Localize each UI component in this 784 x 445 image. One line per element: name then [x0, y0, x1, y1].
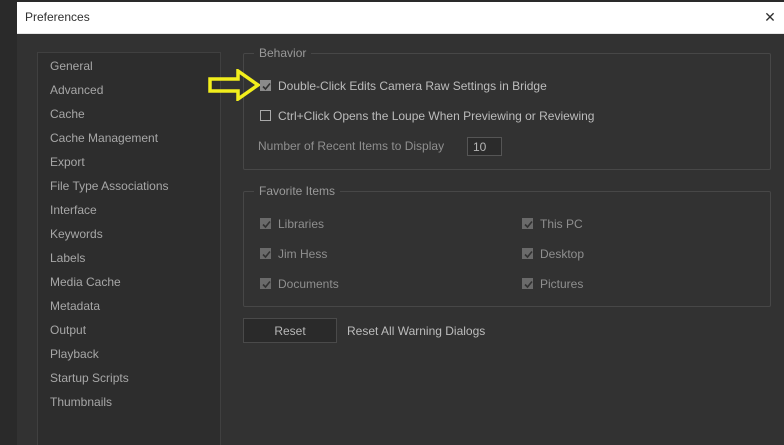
reset-button[interactable]: Reset	[243, 318, 337, 343]
sidebar-item-metadata[interactable]: Metadata	[50, 299, 100, 313]
title-bar: Preferences ✕	[17, 2, 784, 34]
close-button[interactable]: ✕	[756, 2, 784, 33]
jim-hess-label: Jim Hess	[278, 247, 328, 261]
reset-warning-dialogs-label: Reset All Warning Dialogs	[347, 324, 486, 338]
sidebar-item-output[interactable]: Output	[50, 323, 86, 337]
checkmark-icon	[262, 250, 271, 259]
favorite-items-legend: Favorite Items	[254, 184, 341, 198]
desktop-checkbox[interactable]	[522, 248, 533, 259]
sidebar-item-export[interactable]: Export	[50, 155, 85, 169]
this-pc-label: This PC	[540, 217, 583, 231]
ctrl-click-label: Ctrl+Click Opens the Loupe When Previewi…	[278, 109, 595, 123]
sidebar-item-playback[interactable]: Playback	[50, 347, 99, 361]
pictures-label: Pictures	[540, 277, 584, 291]
sidebar-item-advanced[interactable]: Advanced	[50, 83, 103, 97]
libraries-label: Libraries	[278, 217, 325, 231]
sidebar-item-file-type-associations[interactable]: File Type Associations	[50, 179, 169, 193]
sidebar-item-thumbnails[interactable]: Thumbnails	[50, 395, 112, 409]
jim-hess-checkbox[interactable]	[260, 248, 271, 259]
double-click-label: Double-Click Edits Camera Raw Settings i…	[278, 79, 547, 93]
behavior-legend: Behavior	[254, 46, 312, 60]
arrow-right-icon	[208, 69, 260, 101]
checkmark-icon	[524, 280, 533, 289]
sidebar-item-general[interactable]: General	[50, 59, 93, 73]
pictures-checkbox[interactable]	[522, 278, 533, 289]
recent-items-input[interactable]: 10	[467, 137, 502, 156]
documents-label: Documents	[278, 277, 339, 291]
sidebar-item-interface[interactable]: Interface	[50, 203, 97, 217]
sidebar-item-keywords[interactable]: Keywords	[50, 227, 103, 241]
recent-items-label: Number of Recent Items to Display	[258, 139, 445, 153]
checkmark-icon	[524, 220, 533, 229]
close-icon: ✕	[764, 9, 776, 25]
window-title: Preferences	[25, 10, 90, 24]
window-left-edge	[0, 0, 17, 445]
sidebar-item-startup-scripts[interactable]: Startup Scripts	[50, 371, 129, 385]
checkmark-icon	[262, 82, 271, 91]
checkmark-icon	[262, 220, 271, 229]
preferences-sidebar: General Advanced Cache Cache Management …	[37, 52, 221, 445]
this-pc-checkbox[interactable]	[522, 218, 533, 229]
documents-checkbox[interactable]	[260, 278, 271, 289]
sidebar-item-cache-management[interactable]: Cache Management	[50, 131, 158, 145]
sidebar-item-cache[interactable]: Cache	[50, 107, 85, 121]
sidebar-item-labels[interactable]: Labels	[50, 251, 85, 265]
sidebar-item-media-cache[interactable]: Media Cache	[50, 275, 121, 289]
double-click-checkbox[interactable]	[260, 80, 271, 91]
checkmark-icon	[262, 280, 271, 289]
desktop-label: Desktop	[540, 247, 585, 261]
preferences-window: Preferences ✕ General Advanced Cache Cac…	[0, 0, 784, 445]
ctrl-click-checkbox[interactable]	[260, 110, 271, 121]
checkmark-icon	[524, 250, 533, 259]
libraries-checkbox[interactable]	[260, 218, 271, 229]
